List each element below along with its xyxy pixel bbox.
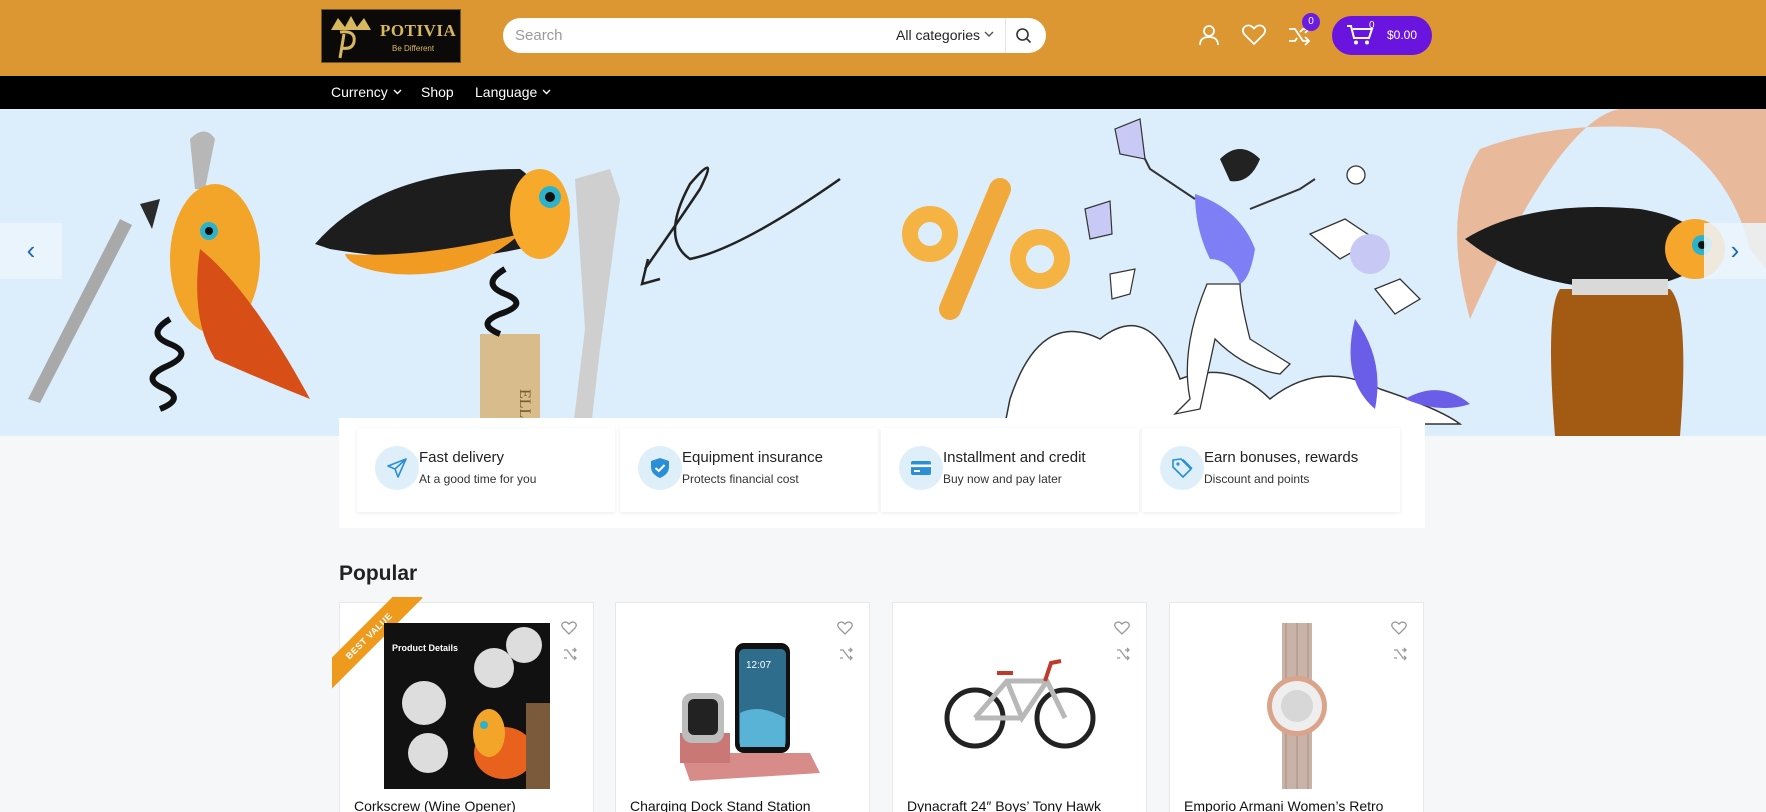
percent-sign-image (902, 178, 1070, 320)
product-card[interactable]: Emporio Armani Women’s Retro (1169, 602, 1424, 812)
feature-subtitle: Buy now and pay later (943, 472, 1062, 486)
feature-icon-circle (375, 446, 419, 490)
cart-button[interactable]: 0 $0.00 (1332, 16, 1432, 55)
cart-count: 0 (1369, 20, 1375, 31)
popular-section-title: Popular (339, 562, 418, 585)
wishlist-heart-icon[interactable] (561, 621, 577, 635)
logo-tagline: Be Different (392, 44, 435, 53)
product-image-text: 12:07 (746, 660, 771, 671)
compare-shuffle-icon[interactable] (1116, 647, 1130, 661)
product-image-corkscrew: Product Details (384, 623, 550, 789)
search-input[interactable] (515, 24, 815, 47)
wishlist-heart-icon[interactable] (1391, 621, 1407, 635)
search-icon[interactable] (1014, 26, 1034, 46)
product-title[interactable]: Emporio Armani Women’s Retro (1184, 798, 1383, 812)
woman-celebration-illustration (1004, 118, 1470, 425)
product-card[interactable]: Dynacraft 24″ Boys’ Tony Hawk (892, 602, 1147, 812)
banner-illustration: ELLATION (28, 109, 1766, 436)
compare-count-badge: 0 (1302, 13, 1320, 31)
site-logo[interactable]: POTIVIA Be Different (321, 9, 461, 63)
product-title[interactable]: Dynacraft 24″ Boys’ Tony Hawk (907, 798, 1101, 812)
feature-earn-bonuses: Earn bonuses, rewards Discount and point… (1142, 428, 1400, 512)
nav-shop[interactable]: Shop (421, 84, 454, 100)
category-select[interactable]: All categories (896, 27, 980, 43)
product-card[interactable]: BEST VALUE Product Details Corkscrew (Wi… (332, 597, 594, 812)
banner-next-arrow[interactable]: › (1704, 223, 1766, 279)
product-image-charging-dock: 12:07 (680, 643, 820, 781)
product-image-text: Product Details (392, 643, 458, 653)
product-title[interactable]: Corkscrew (Wine Opener) (354, 798, 516, 812)
compare-shuffle-icon[interactable] (1393, 647, 1407, 661)
feature-fast-delivery: Fast delivery At a good time for you (357, 428, 615, 512)
feature-title: Fast delivery (419, 449, 505, 466)
nav-currency[interactable]: Currency (331, 84, 402, 100)
nav-currency-label: Currency (331, 84, 388, 100)
feature-title: Earn bonuses, rewards (1204, 449, 1359, 466)
feature-icon-circle (1160, 446, 1204, 490)
feature-icon-circle (638, 446, 682, 490)
shield-check-icon (651, 458, 669, 478)
toucan-corkscrew-left-image (28, 131, 310, 412)
paper-plane-icon (387, 458, 407, 478)
product-image-bicycle (944, 659, 1096, 749)
feature-subtitle: Protects financial cost (682, 472, 799, 486)
crown-logo-icon (331, 16, 371, 59)
wishlist-heart-icon[interactable] (1114, 621, 1130, 635)
credit-card-icon (911, 461, 931, 475)
nav-language[interactable]: Language (475, 84, 551, 100)
compare-shuffle-icon[interactable] (563, 647, 577, 661)
decorative-swirl (643, 166, 841, 270)
product-card[interactable]: 12:07 Charging Dock Stand Station (615, 602, 870, 812)
logo-brand: POTIVIA (380, 21, 457, 40)
product-image-watch (1267, 623, 1327, 789)
feature-subtitle: At a good time for you (419, 472, 537, 486)
compare-shuffle-icon[interactable] (839, 647, 853, 661)
cart-total: $0.00 (1387, 28, 1418, 42)
features-strip: Fast delivery At a good time for you Equ… (339, 418, 1425, 528)
wishlist-heart-icon[interactable] (1241, 23, 1267, 47)
tag-icon (1172, 458, 1193, 478)
feature-icon-circle (899, 446, 943, 490)
toucan-corkscrew-center-image: ELLATION (315, 169, 620, 436)
feature-title: Installment and credit (943, 449, 1086, 466)
user-account-icon[interactable] (1197, 23, 1221, 47)
banner-prev-arrow[interactable]: ‹ (0, 223, 62, 279)
feature-subtitle: Discount and points (1204, 472, 1310, 486)
feature-equipment-insurance: Equipment insurance Protects financial c… (620, 428, 878, 512)
site-header: POTIVIA Be Different All categories 0 0 … (0, 0, 1766, 76)
wishlist-heart-icon[interactable] (837, 621, 853, 635)
search-divider (1005, 18, 1006, 53)
main-navbar: Currency Shop Language (0, 76, 1766, 109)
chevron-down-icon[interactable] (984, 31, 994, 38)
nav-language-label: Language (475, 84, 538, 100)
feature-title: Equipment insurance (682, 449, 823, 466)
product-title[interactable]: Charging Dock Stand Station (630, 798, 811, 812)
feature-installment-credit: Installment and credit Buy now and pay l… (881, 428, 1139, 512)
chevron-down-icon (542, 89, 551, 95)
hero-banner-slider[interactable]: ELLATION ‹ › (0, 109, 1766, 436)
chevron-down-icon (393, 89, 402, 95)
